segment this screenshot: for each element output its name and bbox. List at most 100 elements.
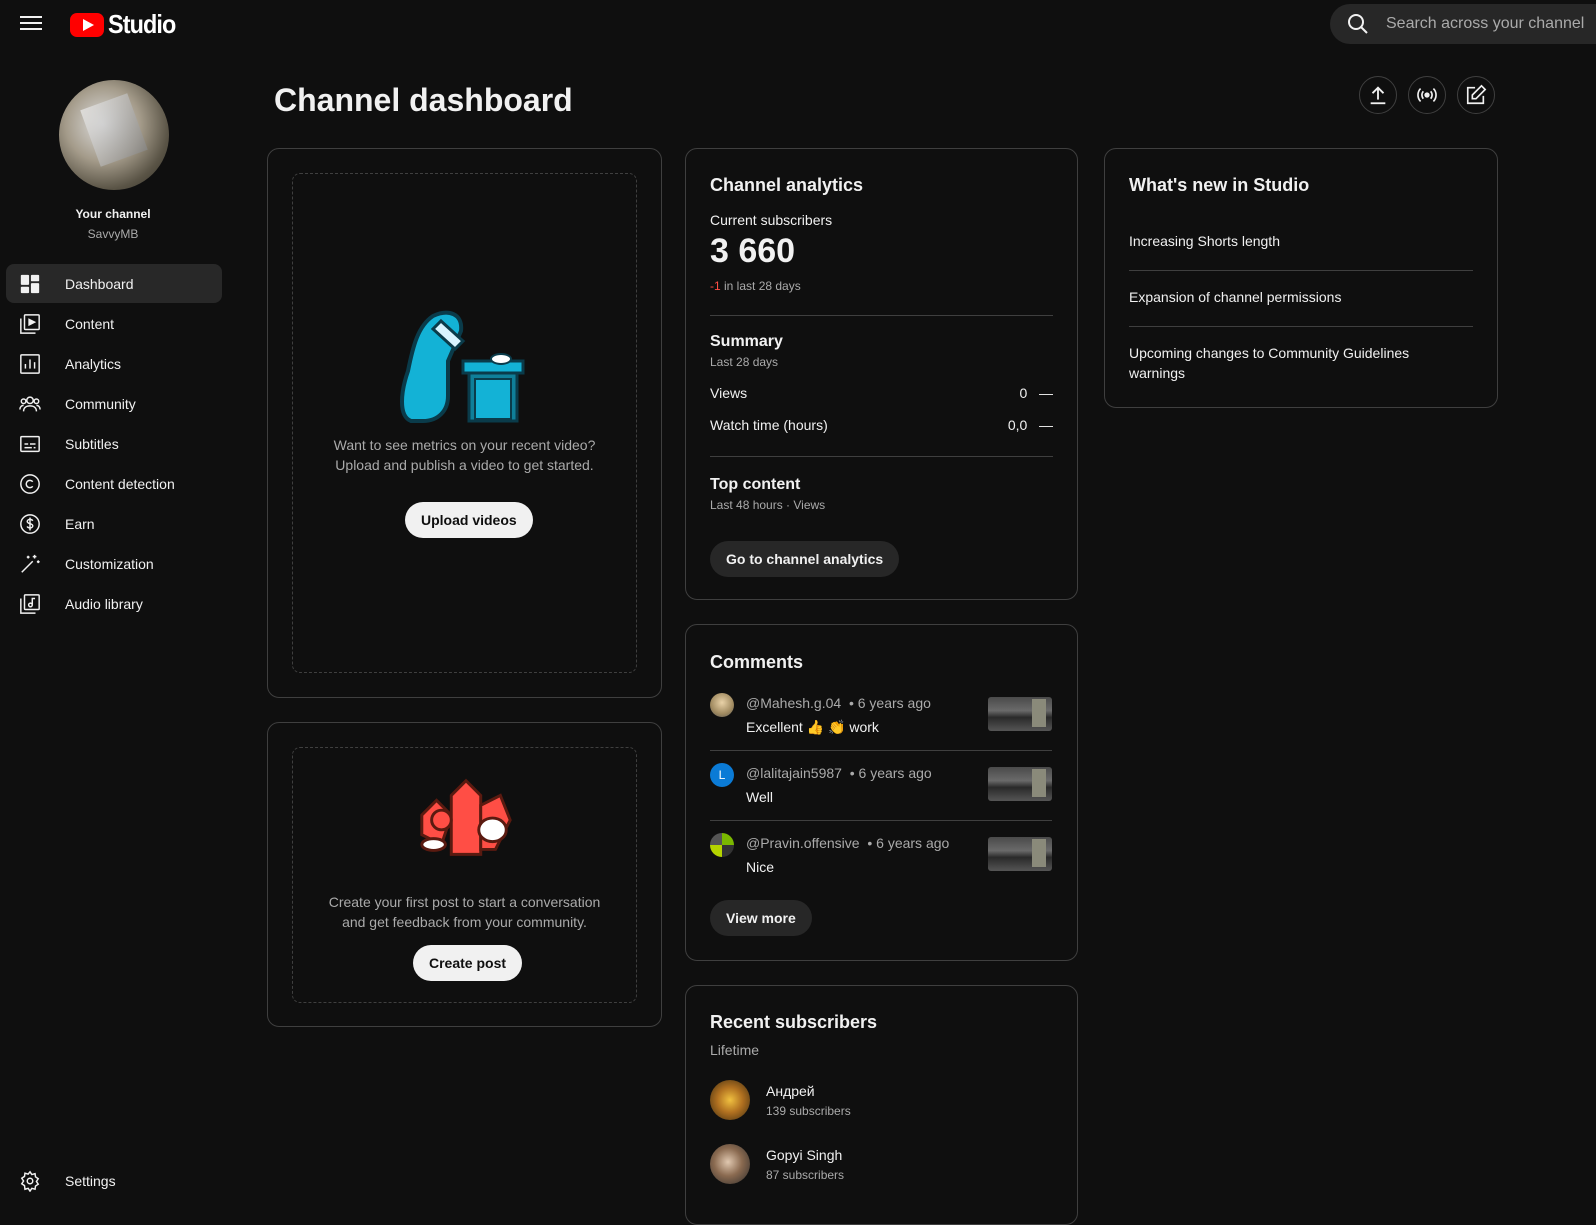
divider <box>1129 270 1473 271</box>
comment-text: Well <box>746 789 773 805</box>
sidebar-item-content-detection[interactable]: Content detection <box>6 464 222 503</box>
views-label: Views <box>710 385 748 401</box>
analytics-title: Channel analytics <box>710 175 864 195</box>
comment-author[interactable]: @Mahesh.g.04 <box>746 695 841 711</box>
microscope-illustration <box>400 310 525 423</box>
comment-item[interactable]: L @lalitajain5987 • 6 years ago Well <box>710 763 1052 833</box>
sidebar-item-customization[interactable]: Customization <box>6 544 222 583</box>
comment-item[interactable]: @Mahesh.g.04 • 6 years ago Excellent 👍 👏… <box>710 693 1052 763</box>
views-value: 0 <box>1019 385 1028 401</box>
video-thumbnail[interactable] <box>988 767 1052 801</box>
sidebar-item-label: Dashboard <box>65 275 134 292</box>
top-bar: Studio <box>0 0 1596 46</box>
sidebar-item-label: Content detection <box>65 475 175 492</box>
youtube-logo-icon <box>70 12 104 37</box>
search-icon <box>1348 14 1368 34</box>
views-trend: — <box>1039 385 1053 401</box>
sidebar-nav: Dashboard Content Analytics Community Su… <box>6 264 222 624</box>
comment-meta: @Mahesh.g.04 • 6 years ago <box>746 695 931 711</box>
channel-name: SavvyMB <box>87 227 139 241</box>
live-icon <box>1417 88 1437 102</box>
sidebar-item-analytics[interactable]: Analytics <box>6 344 222 383</box>
news-item[interactable]: Upcoming changes to Community Guidelines… <box>1129 343 1429 383</box>
menu-icon[interactable] <box>20 13 42 33</box>
sidebar-item-content[interactable]: Content <box>6 304 222 343</box>
sidebar-item-subtitles[interactable]: Subtitles <box>6 424 222 463</box>
go-live-button[interactable] <box>1408 76 1446 114</box>
video-empty-line2: Upload and publish a video to get starte… <box>335 457 594 473</box>
subtitles-icon <box>20 435 40 452</box>
analytics-icon <box>20 353 40 374</box>
summary-period: Last 28 days <box>710 355 779 369</box>
subscribers-period: Lifetime <box>710 1042 760 1058</box>
header-actions <box>1359 76 1495 114</box>
news-item[interactable]: Expansion of channel permissions <box>1129 287 1473 307</box>
post-empty-line1: Create your first post to start a conver… <box>328 894 601 910</box>
search-input[interactable] <box>1386 15 1596 33</box>
current-subscribers-label: Current subscribers <box>710 212 833 228</box>
upload-videos-button[interactable]: Upload videos <box>405 502 533 538</box>
video-thumbnail[interactable] <box>988 697 1052 731</box>
settings-label: Settings <box>65 1173 116 1189</box>
studio-logo[interactable]: Studio <box>70 9 183 40</box>
sidebar-item-dashboard[interactable]: Dashboard <box>6 264 222 303</box>
sidebar-item-label: Subtitles <box>65 435 119 452</box>
comment-time: • 6 years ago <box>849 765 932 781</box>
avatar[interactable]: L <box>710 763 734 787</box>
watch-time-row[interactable]: Watch time (hours) 0,0 — <box>710 417 1053 433</box>
copyright-icon <box>20 473 40 494</box>
sidebar-item-earn[interactable]: Earn <box>6 504 222 543</box>
sidebar-item-community[interactable]: Community <box>6 384 222 423</box>
watch-time-value: 0,0 <box>1007 417 1028 433</box>
comment-author[interactable]: @Pravin.offensive <box>746 835 860 851</box>
news-item[interactable]: Increasing Shorts length <box>1129 231 1473 251</box>
subscriber-name[interactable]: Gopyi Singh <box>766 1147 842 1163</box>
whats-new-card: What's new in Studio Increasing Shorts l… <box>1104 148 1498 408</box>
subscriber-count: 87 subscribers <box>766 1168 845 1182</box>
avatar[interactable] <box>710 1080 750 1120</box>
video-thumbnail[interactable] <box>988 837 1052 871</box>
subscriber-item[interactable]: Gopyi Singh 87 subscribers <box>710 1144 1010 1186</box>
search-bar[interactable] <box>1330 4 1596 44</box>
comments-card: Comments @Mahesh.g.04 • 6 years ago Exce… <box>685 624 1078 961</box>
sidebar-item-audio-library[interactable]: Audio library <box>6 584 222 623</box>
avatar[interactable] <box>710 1144 750 1184</box>
sidebar-item-label: Audio library <box>65 595 143 612</box>
your-channel-label: Your channel <box>75 207 151 221</box>
watch-time-value-group: 0,0 — <box>1008 417 1053 433</box>
video-empty-text: Want to see metrics on your recent video… <box>268 435 661 475</box>
sidebar-item-label: Analytics <box>65 355 122 372</box>
video-empty-line1: Want to see metrics on your recent video… <box>333 437 596 453</box>
upload-button[interactable] <box>1359 76 1397 114</box>
view-more-button[interactable]: View more <box>710 900 812 936</box>
community-post-card: Create your first post to start a conver… <box>267 722 662 1027</box>
subscriber-name[interactable]: Андрей <box>766 1083 815 1099</box>
watch-time-label: Watch time (hours) <box>710 417 828 433</box>
comment-author[interactable]: @lalitajain5987 <box>746 765 842 781</box>
comment-time: • 6 years ago <box>867 835 950 851</box>
avatar[interactable] <box>710 833 734 857</box>
avatar[interactable] <box>710 693 734 717</box>
channel-avatar[interactable] <box>59 80 169 190</box>
subscribers-title: Recent subscribers <box>710 1012 878 1032</box>
create-post-button[interactable] <box>1457 76 1495 114</box>
sidebar-item-label: Content <box>65 315 115 332</box>
content-icon <box>20 313 40 334</box>
gear-icon <box>20 1170 40 1192</box>
views-value-group: 0 — <box>1020 385 1053 401</box>
top-content-period: Last 48 hours · Views <box>710 498 826 512</box>
views-row[interactable]: Views 0 — <box>710 385 1053 401</box>
community-icon <box>19 395 41 411</box>
dollar-icon <box>20 513 40 534</box>
go-to-analytics-button[interactable]: Go to channel analytics <box>710 541 900 577</box>
whats-new-title: What's new in Studio <box>1129 175 1310 195</box>
create-post-cta-button[interactable]: Create post <box>413 945 523 981</box>
comment-item[interactable]: @Pravin.offensive • 6 years ago Nice <box>710 833 1052 903</box>
recent-subscribers-card: Recent subscribers Lifetime Андрей 139 s… <box>685 985 1078 1225</box>
subscriber-item[interactable]: Андрей 139 subscribers <box>710 1080 1010 1122</box>
sidebar-item-label: Earn <box>65 515 95 532</box>
divider <box>1129 326 1473 327</box>
sidebar-item-settings[interactable]: Settings <box>19 1170 116 1192</box>
divider <box>710 820 1052 821</box>
latest-video-card: Want to see metrics on your recent video… <box>267 148 662 698</box>
